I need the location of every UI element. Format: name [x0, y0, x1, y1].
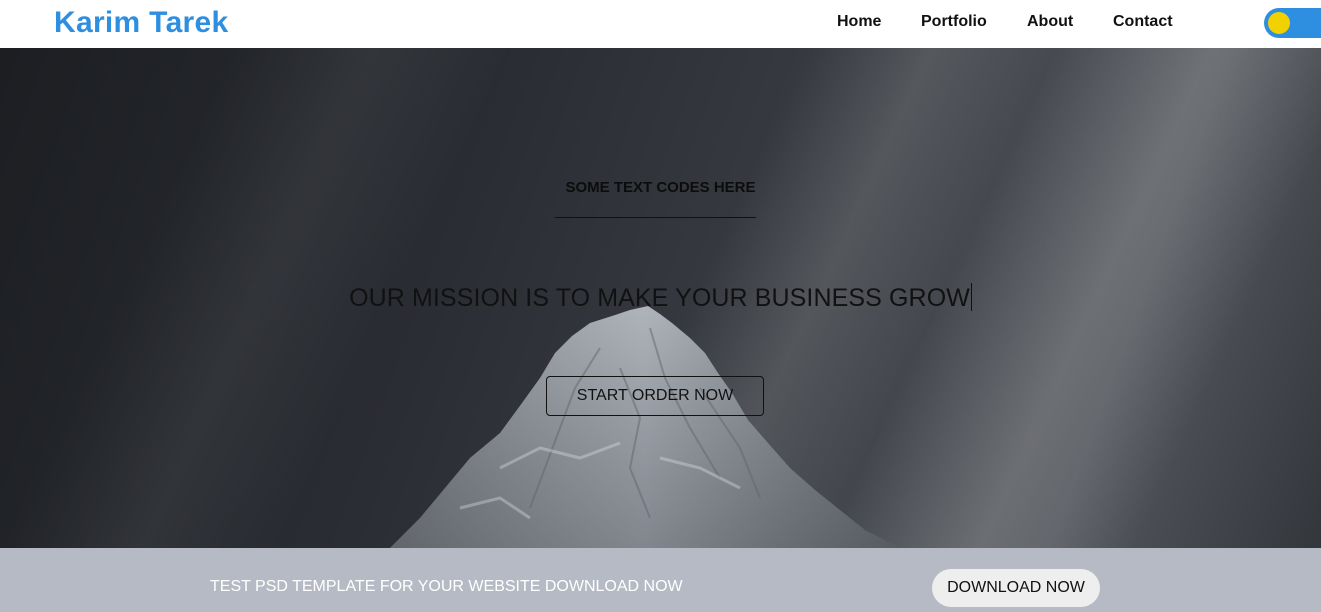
brand-logo[interactable]: Karim Tarek	[54, 6, 229, 40]
toggle-knob	[1268, 12, 1290, 34]
hero-subtitle: SOME TEXT CODES HERE	[565, 179, 756, 196]
nav-link-home[interactable]: Home	[837, 13, 881, 31]
theme-toggle[interactable]	[1264, 8, 1321, 38]
banner-text: TEST PSD TEMPLATE FOR YOUR WEBSITE DOWNL…	[210, 578, 683, 595]
nav-link-about[interactable]: About	[1027, 13, 1073, 31]
hero-section: SOME TEXT CODES HERE OUR MISSION IS TO M…	[0, 48, 1321, 548]
hero-divider	[555, 217, 756, 218]
start-order-button[interactable]: START ORDER NOW	[546, 376, 764, 416]
hero-title: OUR MISSION IS TO MAKE YOUR BUSINESS GRO…	[0, 283, 1321, 313]
nav-link-contact[interactable]: Contact	[1113, 13, 1173, 31]
download-banner: TEST PSD TEMPLATE FOR YOUR WEBSITE DOWNL…	[0, 548, 1321, 612]
hero-title-text: OUR MISSION IS TO MAKE YOUR BUSINESS GRO…	[349, 284, 970, 312]
site-header: Karim Tarek Home Portfolio About Contact	[0, 0, 1321, 48]
text-caret	[970, 283, 972, 311]
nav-link-portfolio[interactable]: Portfolio	[921, 13, 987, 31]
download-button[interactable]: DOWNLOAD NOW	[932, 569, 1100, 607]
